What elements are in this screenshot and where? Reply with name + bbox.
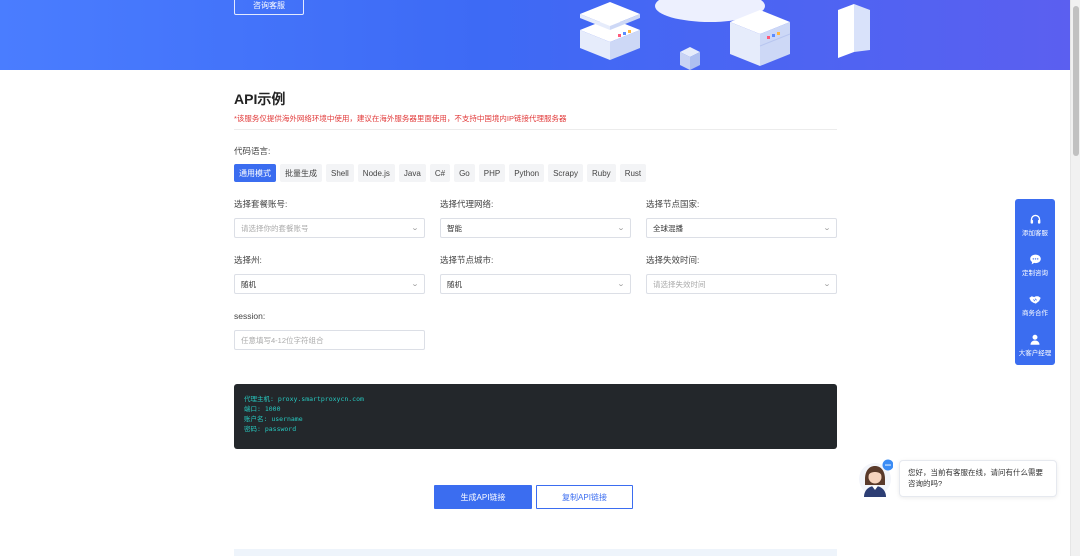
add-service-button[interactable]: 添加客服 <box>1015 205 1055 245</box>
tab-scrapy[interactable]: Scrapy <box>548 164 583 182</box>
tab-ruby[interactable]: Ruby <box>587 164 616 182</box>
proxy-network-field: 选择代理网络: 智能 ⌄ <box>440 198 631 238</box>
tab-java[interactable]: Java <box>398 164 426 182</box>
session-field: session: 任意填写4-12位字符组合 <box>234 310 425 350</box>
tab-go[interactable]: Go <box>454 164 475 182</box>
session-input[interactable]: 任意填写4-12位字符组合 <box>234 330 425 350</box>
node-city-field: 选择节点城市: 随机 ⌄ <box>440 254 631 294</box>
chevron-down-icon: ⌄ <box>616 225 626 232</box>
node-country-label: 选择节点国家: <box>646 199 700 209</box>
package-account-placeholder: 请选择你的套餐账号 <box>241 223 309 233</box>
proxy-network-select[interactable]: 智能 ⌄ <box>440 218 631 238</box>
session-label: session: <box>234 311 266 321</box>
node-country-value: 全球混播 <box>653 223 683 233</box>
node-city-select[interactable]: 随机 ⌄ <box>440 274 631 294</box>
headset-icon <box>1028 212 1042 226</box>
business-cooperation-button[interactable]: 商务合作 <box>1015 285 1055 325</box>
state-value: 随机 <box>241 279 256 289</box>
language-tabs: 通用模式 批量生成 Shell Node.js Java C# Go PHP P… <box>234 164 647 182</box>
package-account-select[interactable]: 请选择你的套餐账号 ⌄ <box>234 218 425 238</box>
node-country-select[interactable]: 全球混播 ⌄ <box>646 218 837 238</box>
tab-php[interactable]: PHP <box>478 164 506 182</box>
hero-banner: 咨询客服 <box>0 0 1070 70</box>
state-select[interactable]: 随机 ⌄ <box>234 274 425 294</box>
user-icon <box>1028 332 1042 346</box>
node-city-label: 选择节点城市: <box>440 255 494 265</box>
tab-nodejs[interactable]: Node.js <box>357 164 395 182</box>
proxy-network-label: 选择代理网络: <box>440 199 494 209</box>
code-line-port: 端口: 1000 <box>244 405 281 413</box>
divider <box>234 129 837 130</box>
code-block: 代理主机: proxy.smartproxycn.com 端口: 1000 账户… <box>234 384 837 449</box>
page-scrollbar[interactable] <box>1070 0 1080 556</box>
tab-shell[interactable]: Shell <box>326 164 354 182</box>
custom-consult-label: 定制咨询 <box>1022 270 1048 277</box>
session-placeholder: 任意填写4-12位字符组合 <box>241 335 324 345</box>
next-section-edge <box>234 549 837 556</box>
chat-icon <box>1028 252 1042 266</box>
page: 咨询客服 API示例 *该服务仅提供海外网络环境中使用，建议在海外服务器里面使用… <box>0 0 1080 556</box>
key-account-manager-button[interactable]: 大客户经理 <box>1015 325 1055 365</box>
code-line-username: 账户名: username <box>244 415 303 423</box>
chevron-down-icon: ⌄ <box>410 225 420 232</box>
generate-api-link-button[interactable]: 生成API链接 <box>434 485 532 509</box>
chevron-down-icon: ⌄ <box>822 281 832 288</box>
tab-general-mode[interactable]: 通用模式 <box>234 164 276 182</box>
key-account-manager-label: 大客户经理 <box>1018 350 1052 357</box>
expire-time-placeholder: 请选择失效时间 <box>653 279 706 289</box>
floating-contact-bar: 添加客服 定制咨询 商务合作 大客户经理 <box>1015 199 1055 365</box>
scrollbar-thumb[interactable] <box>1073 6 1079 156</box>
consult-button[interactable]: 咨询客服 <box>234 0 304 15</box>
chat-greeting-bubble[interactable]: 您好，当前有客服在线，请问有什么需要咨询的吗? <box>899 460 1057 497</box>
state-label: 选择州: <box>234 255 262 265</box>
node-city-value: 随机 <box>447 279 462 289</box>
handshake-icon <box>1028 292 1042 306</box>
chat-greeting-text: 您好，当前有客服在线，请问有什么需要咨询的吗? <box>908 468 1043 488</box>
business-cooperation-label: 商务合作 <box>1022 310 1048 317</box>
section-title: API示例 <box>234 91 286 107</box>
copy-api-link-button[interactable]: 复制API链接 <box>536 485 633 509</box>
tab-rust[interactable]: Rust <box>619 164 647 182</box>
chevron-down-icon: ⌄ <box>616 281 626 288</box>
language-label: 代码语言: <box>234 146 271 156</box>
server-illustration <box>580 0 870 70</box>
chevron-down-icon: ⌄ <box>822 225 832 232</box>
add-service-label: 添加客服 <box>1022 230 1048 237</box>
api-example-section: API示例 *该服务仅提供海外网络环境中使用，建议在海外服务器里面使用，不支持中… <box>234 88 837 509</box>
custom-consult-button[interactable]: 定制咨询 <box>1015 245 1055 285</box>
usage-notice: *该服务仅提供海外网络环境中使用，建议在海外服务器里面使用，不支持中国境内IP链… <box>234 114 567 123</box>
node-country-field: 选择节点国家: 全球混播 ⌄ <box>646 198 837 238</box>
code-line-password: 密码: password <box>244 425 297 433</box>
chevron-down-icon: ⌄ <box>410 281 420 288</box>
support-agent-avatar[interactable] <box>857 459 893 497</box>
proxy-network-value: 智能 <box>447 223 462 233</box>
tab-python[interactable]: Python <box>509 164 545 182</box>
state-field: 选择州: 随机 ⌄ <box>234 254 425 294</box>
package-account-label: 选择套餐账号: <box>234 199 288 209</box>
package-account-field: 选择套餐账号: 请选择你的套餐账号 ⌄ <box>234 198 425 238</box>
tab-batch-generate[interactable]: 批量生成 <box>280 164 322 182</box>
expire-time-label: 选择失效时间: <box>646 255 700 265</box>
expire-time-field: 选择失效时间: 请选择失效时间 ⌄ <box>646 254 837 294</box>
tab-csharp[interactable]: C# <box>429 164 451 182</box>
expire-time-select[interactable]: 请选择失效时间 ⌄ <box>646 274 837 294</box>
code-line-host: 代理主机: proxy.smartproxycn.com <box>244 395 364 403</box>
